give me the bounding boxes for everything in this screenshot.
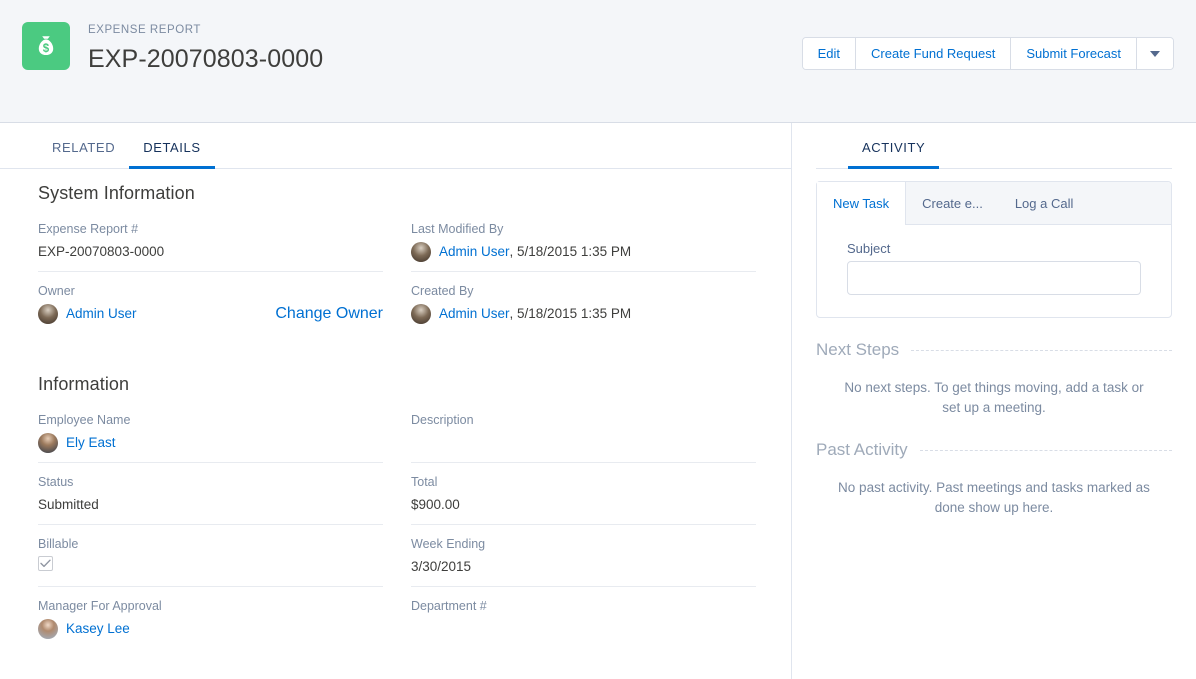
subject-input[interactable] — [847, 261, 1141, 295]
money-bag-icon: $ — [22, 22, 70, 70]
information-column-right: Description Total $900.00 Week Ending 3/… — [411, 401, 756, 649]
tab-create-email[interactable]: Create e... — [906, 182, 999, 224]
tab-log-a-call[interactable]: Log a Call — [999, 182, 1090, 224]
field-label: Expense Report # — [38, 222, 139, 236]
divider — [919, 449, 1172, 451]
record-header: $ EXPENSE REPORT EXP-20070803-0000 Edit … — [0, 0, 1196, 123]
past-activity-heading: Past Activity — [816, 440, 908, 459]
field-value — [411, 432, 756, 453]
field-employee-name: Employee Name Ely East — [38, 401, 383, 463]
field-value: Kasey Lee — [38, 618, 383, 639]
field-label: Manager For Approval — [38, 599, 162, 613]
page-title: EXP-20070803-0000 — [88, 45, 324, 73]
create-fund-request-button[interactable]: Create Fund Request — [856, 38, 1012, 69]
field-value: Admin User , 5/18/2015 1:35 PM — [411, 241, 756, 262]
admin-user-avatar — [411, 303, 431, 324]
field-value: Admin User — [38, 303, 137, 324]
system-information-grid: Expense Report # EXP-20070803-0000 Owner… — [0, 210, 791, 334]
field-label: Description — [411, 413, 474, 427]
field-value: Submitted — [38, 497, 99, 512]
next-steps-empty-message: No next steps. To get things moving, add… — [844, 380, 1144, 415]
tab-new-task[interactable]: New Task — [817, 182, 907, 225]
field-label: Owner — [38, 284, 75, 298]
system-information-column-right: Last Modified By Admin User , 5/18/2015 … — [411, 210, 756, 334]
field-label: Employee Name — [38, 413, 131, 427]
edit-button[interactable]: Edit — [802, 38, 857, 69]
record-body: RELATED DETAILS System Information Expen… — [0, 123, 1196, 679]
field-billable: Billable — [38, 525, 383, 587]
owner-link[interactable]: Admin User — [66, 303, 137, 324]
field-label: Total — [411, 475, 438, 489]
record-detail-panel: RELATED DETAILS System Information Expen… — [0, 123, 792, 679]
field-value: Admin User , 5/18/2015 1:35 PM — [411, 303, 756, 324]
billable-checkbox[interactable] — [38, 556, 53, 571]
record-header-titles: EXPENSE REPORT EXP-20070803-0000 — [88, 22, 323, 76]
employee-name-link[interactable]: Ely East — [66, 432, 116, 453]
subject-label: Subject — [847, 241, 891, 256]
tab-activity[interactable]: ACTIVITY — [848, 140, 940, 169]
field-total: Total $900.00 — [411, 463, 756, 525]
system-information-heading: System Information — [38, 183, 195, 203]
information-column-left: Employee Name Ely East Status Submitted … — [38, 401, 383, 649]
admin-user-avatar — [38, 303, 58, 324]
divider — [911, 349, 1172, 351]
information-grid: Employee Name Ely East Status Submitted … — [0, 401, 791, 649]
field-label: Last Modified By — [411, 222, 504, 236]
field-created-by: Created By Admin User , 5/18/2015 1:35 P… — [411, 272, 756, 334]
field-value — [38, 556, 383, 571]
field-description: Description — [411, 401, 756, 463]
next-steps-heading: Next Steps — [816, 340, 900, 359]
last-modified-timestamp: , 5/18/2015 1:35 PM — [509, 244, 632, 259]
field-last-modified-by: Last Modified By Admin User , 5/18/2015 … — [411, 210, 756, 272]
created-by-link[interactable]: Admin User — [439, 303, 510, 324]
field-value: EXP-20070803-0000 — [38, 244, 165, 259]
record-actions-group: Edit Create Fund Request Submit Forecast — [801, 37, 1174, 70]
activity-composer-tablist: New Task Create e... Log a Call — [817, 182, 1171, 225]
field-owner-row: Admin User Change Owner — [38, 303, 383, 324]
field-label: Status — [38, 475, 74, 489]
field-label: Billable — [38, 537, 79, 551]
record-type-label: EXPENSE REPORT — [88, 24, 201, 36]
field-week-ending: Week Ending 3/30/2015 — [411, 525, 756, 587]
field-label: Created By — [411, 284, 474, 298]
field-manager-for-approval: Manager For Approval Kasey Lee — [38, 587, 383, 649]
activity-panel: ACTIVITY New Task Create e... Log a Call… — [792, 123, 1196, 679]
tab-related[interactable]: RELATED — [38, 140, 129, 169]
chevron-down-icon — [1150, 50, 1160, 57]
field-value: Ely East — [38, 432, 383, 453]
information-heading: Information — [38, 374, 130, 394]
next-steps-header: Next Steps — [816, 340, 1172, 360]
manager-for-approval-link[interactable]: Kasey Lee — [66, 618, 130, 639]
past-activity-header: Past Activity — [816, 440, 1172, 460]
more-actions-button[interactable] — [1137, 38, 1173, 69]
field-value — [411, 618, 756, 639]
kasey-lee-avatar — [38, 618, 58, 639]
svg-text:$: $ — [43, 43, 50, 55]
field-label: Department # — [411, 599, 487, 613]
field-value: $900.00 — [411, 497, 460, 512]
field-department-number: Department # — [411, 587, 756, 649]
admin-user-avatar — [411, 241, 431, 262]
field-value: 3/30/2015 — [411, 559, 472, 574]
tab-details[interactable]: DETAILS — [129, 140, 215, 169]
field-status: Status Submitted — [38, 463, 383, 525]
change-owner-button[interactable]: Change Owner — [275, 305, 383, 323]
past-activity-empty-message: No past activity. Past meetings and task… — [838, 480, 1150, 515]
activity-tablist: ACTIVITY — [816, 123, 1172, 169]
detail-tablist: RELATED DETAILS — [0, 123, 791, 169]
ely-east-avatar — [38, 432, 58, 453]
activity-composer-card: New Task Create e... Log a Call Subject — [816, 181, 1172, 318]
field-label: Week Ending — [411, 537, 486, 551]
field-expense-report-number: Expense Report # EXP-20070803-0000 — [38, 210, 383, 272]
system-information-column-left: Expense Report # EXP-20070803-0000 Owner… — [38, 210, 383, 334]
last-modified-by-link[interactable]: Admin User — [439, 241, 510, 262]
submit-forecast-button[interactable]: Submit Forecast — [1011, 38, 1137, 69]
field-owner: Owner Admin User Change Owner — [38, 272, 383, 334]
activity-composer-body: Subject — [817, 225, 1171, 317]
created-timestamp: , 5/18/2015 1:35 PM — [509, 306, 632, 321]
